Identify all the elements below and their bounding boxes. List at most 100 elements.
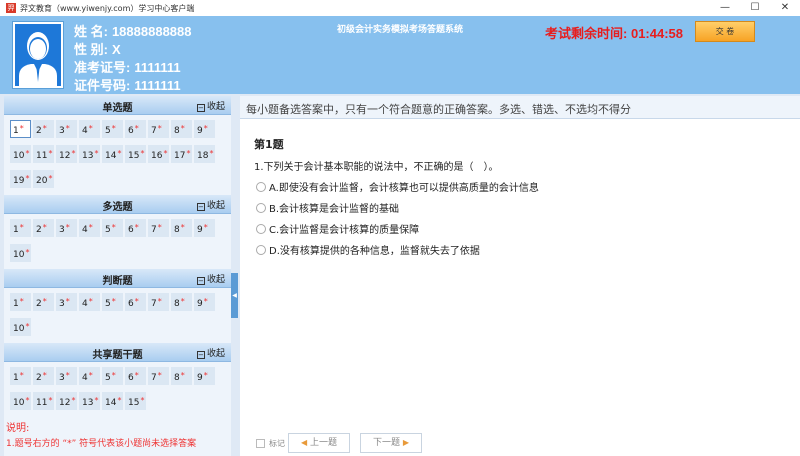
question-number-label: 12	[59, 398, 71, 408]
mark-checkbox[interactable]: 标记	[256, 438, 285, 449]
question-jump-button[interactable]: 2*	[33, 219, 54, 237]
question-number-label: 5	[105, 299, 111, 309]
question-jump-button[interactable]: 4*	[79, 367, 100, 385]
radio-icon[interactable]	[256, 244, 266, 255]
unanswered-star-icon: *	[203, 124, 208, 133]
question-jump-button[interactable]: 4*	[79, 219, 100, 237]
unanswered-star-icon: *	[25, 248, 30, 257]
question-jump-button[interactable]: 12*	[56, 392, 77, 410]
prev-question-button[interactable]: ◀ 上一题	[288, 433, 350, 453]
question-jump-button[interactable]: 3*	[56, 120, 77, 138]
question-jump-button[interactable]: 4*	[79, 120, 100, 138]
candidate-id: 证件号码: 1111111	[74, 78, 181, 93]
option-b[interactable]: B.会计核算是会计监督的基础	[256, 200, 399, 215]
question-jump-button[interactable]: 9*	[194, 367, 215, 385]
submit-exam-button[interactable]: 交 卷	[695, 21, 755, 42]
question-jump-button[interactable]: 9*	[194, 120, 215, 138]
question-jump-button[interactable]: 16*	[148, 145, 169, 163]
question-number-label: 8	[174, 299, 180, 309]
question-jump-button[interactable]: 7*	[148, 219, 169, 237]
question-jump-button[interactable]: 14*	[102, 145, 123, 163]
next-question-button[interactable]: 下一题 ▶	[360, 433, 422, 453]
question-jump-button[interactable]: 9*	[194, 293, 215, 311]
radio-icon[interactable]	[256, 181, 266, 192]
question-jump-button[interactable]: 5*	[102, 293, 123, 311]
question-jump-button[interactable]: 8*	[171, 219, 192, 237]
unanswered-star-icon: *	[186, 149, 191, 158]
question-jump-button[interactable]: 15*	[125, 145, 146, 163]
question-jump-button[interactable]: 12*	[56, 145, 77, 163]
option-a[interactable]: A.即使没有会计监督，会计核算也可以提供高质量的会计信息	[256, 179, 539, 194]
question-jump-button[interactable]: 19*	[10, 170, 31, 188]
question-number-label: 9	[197, 126, 203, 136]
close-button[interactable]: ✕	[770, 0, 800, 16]
question-jump-button[interactable]: 9*	[194, 219, 215, 237]
question-jump-button[interactable]: 14*	[102, 392, 123, 410]
unanswered-star-icon: *	[71, 396, 76, 405]
question-jump-button[interactable]: 8*	[171, 120, 192, 138]
question-jump-button[interactable]: 4*	[79, 293, 100, 311]
question-jump-button[interactable]: 8*	[171, 367, 192, 385]
unanswered-star-icon: *	[134, 223, 139, 232]
checkbox-icon[interactable]	[256, 439, 265, 448]
question-jump-button[interactable]: 10*	[10, 392, 31, 410]
question-jump-button[interactable]: 1*	[10, 120, 31, 138]
collapse-button[interactable]: − 收起	[196, 99, 225, 112]
radio-icon[interactable]	[256, 202, 266, 213]
radio-icon[interactable]	[256, 223, 266, 234]
question-number-label: 7	[151, 373, 157, 383]
question-jump-button[interactable]: 17*	[171, 145, 192, 163]
question-number-label: 1	[13, 299, 19, 309]
question-jump-button[interactable]: 7*	[148, 120, 169, 138]
unanswered-star-icon: *	[180, 297, 185, 306]
question-jump-button[interactable]: 11*	[33, 392, 54, 410]
question-jump-button[interactable]: 3*	[56, 219, 77, 237]
minus-box-icon: −	[196, 351, 205, 359]
question-number-label: 4	[82, 126, 88, 136]
question-jump-button[interactable]: 11*	[33, 145, 54, 163]
option-c[interactable]: C.会计监督是会计核算的质量保障	[256, 221, 419, 236]
question-number-label: 7	[151, 299, 157, 309]
question-jump-button[interactable]: 5*	[102, 120, 123, 138]
question-jump-button[interactable]: 2*	[33, 293, 54, 311]
question-jump-button[interactable]: 6*	[125, 120, 146, 138]
question-jump-button[interactable]: 13*	[79, 145, 100, 163]
question-jump-button[interactable]: 6*	[125, 367, 146, 385]
option-d[interactable]: D.没有核算提供的各种信息，监督就失去了依据	[256, 242, 480, 257]
question-jump-button[interactable]: 8*	[171, 293, 192, 311]
question-jump-button[interactable]: 2*	[33, 120, 54, 138]
question-jump-button[interactable]: 18*	[194, 145, 215, 163]
minus-box-icon: −	[196, 104, 205, 112]
question-jump-button[interactable]: 3*	[56, 293, 77, 311]
question-jump-button[interactable]: 5*	[102, 367, 123, 385]
question-jump-button[interactable]: 1*	[10, 293, 31, 311]
collapse-button[interactable]: − 收起	[196, 198, 225, 211]
collapse-label: 收起	[206, 201, 225, 211]
question-jump-button[interactable]: 10*	[10, 244, 31, 262]
question-jump-button[interactable]: 1*	[10, 367, 31, 385]
minimize-button[interactable]: —	[710, 0, 740, 16]
question-jump-button[interactable]: 10*	[10, 145, 31, 163]
question-jump-button[interactable]: 1*	[10, 219, 31, 237]
collapse-button[interactable]: − 收起	[196, 272, 225, 285]
question-number-label: 15	[128, 151, 140, 161]
window-titlebar: 羿 羿文教育（www.yiwenjy.com）学习中心客户端 — ☐ ✕	[0, 0, 800, 16]
question-jump-button[interactable]: 7*	[148, 367, 169, 385]
question-jump-button[interactable]: 7*	[148, 293, 169, 311]
question-jump-button[interactable]: 15*	[125, 392, 146, 410]
question-jump-button[interactable]: 5*	[102, 219, 123, 237]
panel-toggle-handle[interactable]: ◀	[231, 273, 238, 318]
question-jump-button[interactable]: 3*	[56, 367, 77, 385]
question-jump-button[interactable]: 6*	[125, 293, 146, 311]
question-jump-button[interactable]: 20*	[33, 170, 54, 188]
collapse-button[interactable]: − 收起	[196, 346, 225, 359]
maximize-button[interactable]: ☐	[740, 0, 770, 16]
question-jump-button[interactable]: 6*	[125, 219, 146, 237]
question-jump-button[interactable]: 13*	[79, 392, 100, 410]
unanswered-star-icon: *	[117, 149, 122, 158]
collapse-label: 收起	[206, 102, 225, 112]
question-number-label: 4	[82, 299, 88, 309]
question-number-label: 9	[197, 373, 203, 383]
question-jump-button[interactable]: 2*	[33, 367, 54, 385]
question-jump-button[interactable]: 10*	[10, 318, 31, 336]
